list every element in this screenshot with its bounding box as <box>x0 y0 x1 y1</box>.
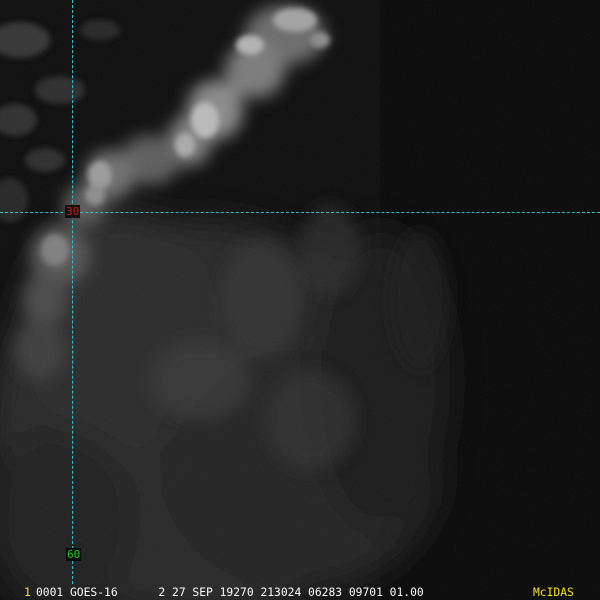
image-header-text: 0001 GOES-16 2 27 SEP 19270 213024 06283… <box>36 586 424 599</box>
longitude-grid-line <box>72 0 73 584</box>
latitude-grid-line <box>0 212 600 213</box>
latitude-label: 30 <box>65 205 81 218</box>
status-bar: 1 0001 GOES-16 2 27 SEP 19270 213024 062… <box>0 586 600 600</box>
satellite-cloud-imagery <box>0 0 600 600</box>
longitude-label: 60 <box>66 548 82 561</box>
satellite-image-frame: 30 60 1 0001 GOES-16 2 27 SEP 19270 2130… <box>0 0 600 600</box>
mcidas-brand: McIDAS <box>533 586 574 599</box>
frame-number: 1 <box>24 586 31 599</box>
